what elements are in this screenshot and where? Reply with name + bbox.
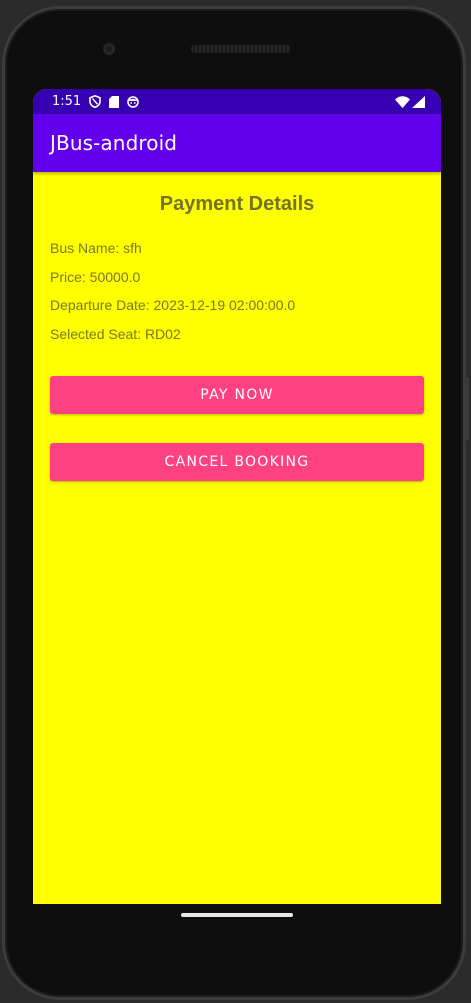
page-title: Payment Details [159, 193, 315, 215]
departure-date-text: Departure Date: 2023-12-19 02:00:00.0 [50, 297, 296, 313]
payment-content: Payment Details Bus Name: sfh Price: 500… [33, 193, 441, 481]
home-gesture-handle[interactable] [181, 913, 293, 917]
front-camera [103, 43, 115, 55]
earpiece-speaker [191, 45, 291, 53]
bus-name-text: Bus Name: sfh [50, 240, 142, 256]
sd-card-icon [109, 95, 120, 108]
status-bar: 1:51 [33, 89, 441, 114]
shield-icon [89, 95, 102, 108]
app-title: JBus-android [50, 131, 178, 155]
price-text: Price: 50000.0 [50, 268, 141, 285]
selected-seat-text: Selected Seat: RD02 [50, 325, 181, 342]
wifi-icon [395, 95, 410, 108]
booking-details: Bus Name: sfh Price: 50000.0 Departure D… [50, 234, 424, 348]
app-bar: JBus-android [33, 114, 441, 172]
pay-now-button[interactable]: PAY NOW [50, 376, 424, 414]
status-time: 1:51 [52, 94, 82, 109]
screen: 1:51 JBus-android Payment Details Bus Na… [33, 89, 441, 904]
face-icon [127, 95, 140, 108]
cellular-signal-icon [412, 95, 425, 108]
volume-button[interactable] [466, 377, 469, 441]
cancel-booking-button[interactable]: CANCEL BOOKING [50, 443, 424, 481]
